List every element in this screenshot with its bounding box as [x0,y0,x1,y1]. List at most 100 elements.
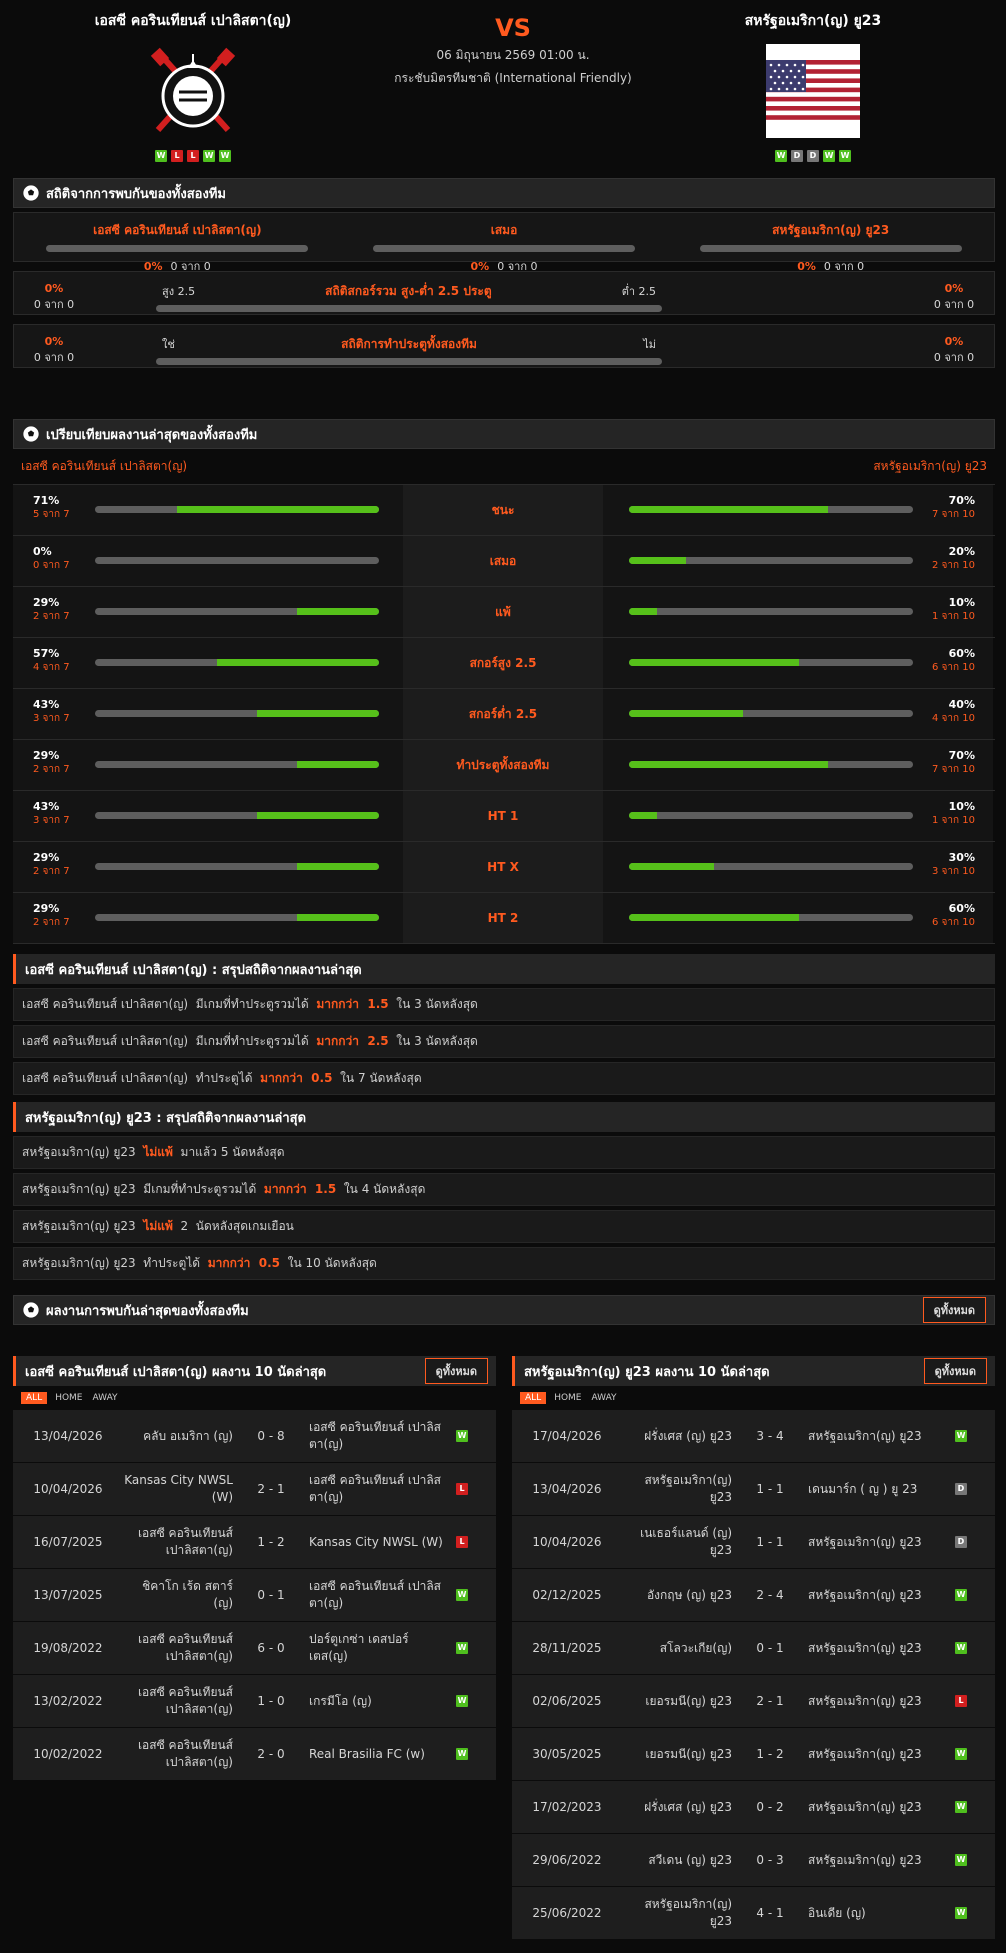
match-row[interactable]: 10/04/2026 เนเธอร์แลนด์ (ญ) ยู23 1 - 1 สหรั… [512,1516,995,1568]
match-row[interactable]: 28/11/2025 สโลวะเกีย(ญ) 0 - 1 สหรัฐอเมริกา(… [512,1622,995,1674]
home-stat-pct: 0% [33,545,52,558]
h2h-title: สถิติจากการพบกันของทั้งสองทีม [46,186,226,202]
result-badge: L [456,1536,468,1548]
under-count: 0 จาก 0 [933,298,975,311]
result-badge: W [456,1748,468,1760]
match-row[interactable]: 16/07/2025 เอสซี คอรินเทียนส์ เปาลิสตา(ญ)… [13,1516,496,1568]
home-team: เอสซี คอรินเทียนส์ เปาลิสตา(ญ) WLLWW [43,10,343,162]
compare-stat-label: สกอร์สูง 2.5 [403,638,603,688]
away-stat-pct: 30% [948,851,975,864]
compare-home-stat: 29% 2 จาก 7 [13,740,403,790]
match-row[interactable]: 02/06/2025 เยอรมนี(ญ) ยู23 2 - 1 สหรัฐอเมริ… [512,1675,995,1727]
match-home-team: ฝรั่งเศส (ญ) ยู23 [644,1799,732,1814]
compare-row: 29% 2 จาก 7 HT 2 60% 6 จาก 10 [13,893,995,944]
match-row[interactable]: 17/04/2026 ฝรั่งเศส (ญ) ยู23 3 - 4 สหรัฐอเม… [512,1410,995,1462]
compare-section: เปรียบเทียบผลงานล่าสุดของทั้งสองทีม เอสซ… [13,419,995,944]
match-home-team: คลับ อเมริกา (ญ) [143,1428,233,1443]
home-stat-count: 3 จาก 7 [33,815,70,826]
away-recent-title: สหรัฐอเมริกา(ญ) ยู23 ผลงาน 10 นัดล่าสุด [524,1364,770,1380]
away-stat-pct: 10% [948,800,975,813]
match-row[interactable]: 17/02/2023 ฝรั่งเศส (ญ) ยู23 0 - 2 สหรัฐอเม… [512,1781,995,1833]
match-date: 28/11/2025 [532,1641,602,1655]
match-score: 1 - 1 [756,1482,784,1496]
match-date: 17/04/2026 [532,1429,602,1443]
filter-all[interactable]: ALL [520,1392,547,1404]
home-stat-pct: 43% [33,698,60,711]
match-home-team: เอสซี คอรินเทียนส์ เปาลิสตา(ญ) [137,1738,233,1769]
away-view-all-button[interactable]: ดูทั้งหมด [923,1358,987,1384]
form-badge: W [203,150,215,162]
match-date: 13/04/2026 [532,1482,602,1496]
match-row[interactable]: 29/06/2022 สวีเดน (ญ) ยู23 0 - 3 สหรัฐอเมริ… [512,1834,995,1886]
filter-away[interactable]: AWAY [590,1392,619,1404]
match-away-team: สหรัฐอเมริกา(ญ) ยู23 [808,1587,922,1602]
h2h-draw-bar [373,245,635,252]
match-away-team: เดนมาร์ก ( ญ ) ยู 23 [808,1481,918,1496]
btts-yes-count: 0 จาก 0 [33,351,75,364]
home-stat-count: 0 จาก 7 [33,560,70,571]
away-stat-fill [629,914,800,921]
away-stat-pct: 60% [948,902,975,915]
match-row[interactable]: 13/07/2025 ชิคาโก เร้ด สตาร์ (ญ) 0 - 1 เอสซ… [13,1569,496,1621]
compare-stat-label: ชนะ [403,485,603,535]
match-row[interactable]: 10/02/2022 เอสซี คอรินเทียนส์ เปาลิสตา(ญ)… [13,1728,496,1780]
home-stat-count: 3 จาก 7 [33,713,70,724]
vs-label: VS [495,14,531,42]
compare-rows: 71% 5 จาก 7 ชนะ 70% 7 จาก 10 0% 0 จาก 7 เสมอ 20%… [13,484,995,944]
filter-home[interactable]: HOME [53,1392,84,1404]
home-stat-fill [296,761,379,768]
home-stat-fill [296,608,379,615]
filter-all[interactable]: ALL [21,1392,48,1404]
match-score: 0 - 1 [756,1641,784,1655]
match-home-team: เอสซี คอรินเทียนส์ เปาลิสตา(ญ) [137,1685,233,1716]
match-row[interactable]: 13/02/2022 เอสซี คอรินเทียนส์ เปาลิสตา(ญ)… [13,1675,496,1727]
filter-home[interactable]: HOME [552,1392,583,1404]
match-row[interactable]: 25/06/2022 สหรัฐอเมริกา(ญ) ยู23 4 - 1 อินเด… [512,1887,995,1939]
away-stat-fill [629,863,715,870]
match-home-team: Kansas City NWSL (W) [124,1473,233,1504]
compare-stat-label: สกอร์ต่ำ 2.5 [403,689,603,739]
h2h-draws: เสมอ 0% 0 จาก 0 [341,213,668,273]
soccer-ball-icon [22,184,40,202]
home-stat-pct: 29% [33,851,60,864]
match-home-team: สวีเดน (ญ) ยู23 [648,1852,732,1867]
compare-row: 57% 4 จาก 7 สกอร์สูง 2.5 60% 6 จาก 10 [13,638,995,689]
home-stat-fill [256,710,379,717]
match-row[interactable]: 13/04/2026 คลับ อเมริกา (ญ) 0 - 8 เอสซี คอร… [13,1410,496,1462]
match-row[interactable]: 30/05/2025 เยอรมนี(ญ) ยู23 1 - 2 สหรัฐอเมริ… [512,1728,995,1780]
home-view-all-button[interactable]: ดูทั้งหมด [424,1358,488,1384]
view-all-button[interactable]: ดูทั้งหมด [922,1297,986,1323]
home-stat-fill [177,506,379,513]
compare-stat-label: HT 2 [403,893,603,943]
away-stat-pct: 70% [948,749,975,762]
compare-row: 29% 2 จาก 7 แพ้ 10% 1 จาก 10 [13,587,995,638]
match-row[interactable]: 10/04/2026 Kansas City NWSL (W) 2 - 1 เอสซี… [13,1463,496,1515]
home-stat-pct: 29% [33,596,60,609]
match-row[interactable]: 19/08/2022 เอสซี คอรินเทียนส์ เปาลิสตา(ญ)… [13,1622,496,1674]
match-row[interactable]: 02/12/2025 อังกฤษ (ญ) ยู23 2 - 4 สหรัฐอเมริ… [512,1569,995,1621]
btts-stats: 0% 0 จาก 0 ใช่ สถิติการทำประตูทั้งสองทีม … [13,324,995,368]
compare-home-stat: 43% 3 จาก 7 [13,689,403,739]
away-stat-bar [629,608,913,615]
home-stat-bar [95,557,379,564]
btts-no-label: ไม่ [643,338,656,351]
match-row[interactable]: 13/04/2026 สหรัฐอเมริกา(ญ) ยู23 1 - 1 เดนมา… [512,1463,995,1515]
home-stat-count: 2 จาก 7 [33,764,70,775]
match-home-team: อังกฤษ (ญ) ยู23 [646,1587,732,1602]
form-badge: L [171,150,183,162]
form-badge: W [155,150,167,162]
compare-stat-label: HT 1 [403,791,603,841]
compare-row: 71% 5 จาก 7 ชนะ 70% 7 จาก 10 [13,485,995,536]
home-stat-bar [95,710,379,717]
form-badge: W [775,150,787,162]
compare-away-name: สหรัฐอเมริกา(ญ) ยู23 [873,459,987,473]
result-badge: W [955,1854,967,1866]
result-badge: W [456,1589,468,1601]
away-stat-fill [629,608,658,615]
home-team-logo [146,44,240,138]
over-count: 0 จาก 0 [33,298,75,311]
filter-away[interactable]: AWAY [91,1392,120,1404]
match-away-team: สหรัฐอเมริกา(ญ) ยู23 [808,1852,922,1867]
match-score: 0 - 3 [756,1853,784,1867]
match-away-team: เอสซี คอรินเทียนส์ เปาลิสตา(ญ) [309,1420,441,1451]
